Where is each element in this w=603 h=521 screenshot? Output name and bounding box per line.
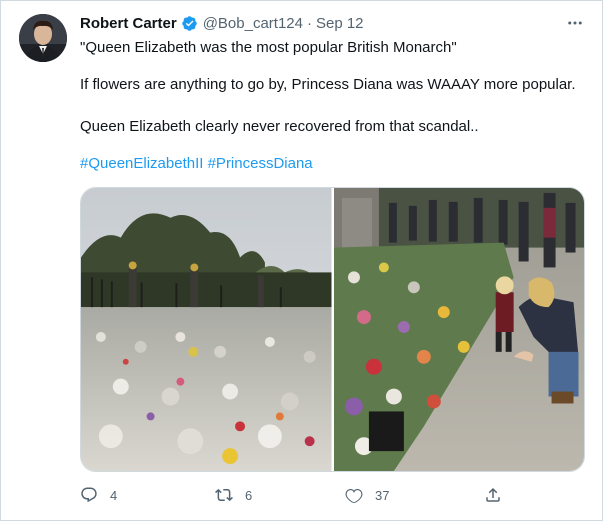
reply-button[interactable]: 4 [80, 483, 117, 507]
flowers-at-palace-gates-photo[interactable] [81, 188, 332, 471]
retweet-icon [215, 488, 233, 502]
retweet-button[interactable]: 6 [215, 483, 252, 507]
hashtag-link[interactable]: #PrincessDiana [208, 155, 313, 172]
author-handle[interactable]: @Bob_cart124 [203, 15, 303, 32]
tweet-date[interactable]: Sep 12 [316, 15, 364, 32]
verified-badge-icon [181, 15, 198, 32]
reply-icon [81, 487, 97, 503]
like-count: 37 [375, 487, 390, 503]
tweet-text-line: "Queen Elizabeth was the most popular Br… [80, 39, 457, 56]
heart-icon [345, 488, 363, 504]
author-name[interactable]: Robert Carter [80, 15, 177, 32]
tweet-text-line: If flowers are anything to go by, Prince… [80, 76, 576, 93]
like-button[interactable]: 37 [345, 483, 389, 507]
tweet-text-line: Queen Elizabeth clearly never recovered … [80, 118, 479, 135]
reply-count: 4 [110, 487, 118, 503]
separator-dot: · [306, 14, 312, 32]
child-and-woman-laying-flowers-photo[interactable] [333, 188, 584, 471]
more-options-icon[interactable] [563, 11, 587, 35]
media-grid [80, 187, 585, 472]
tweet-header: Robert Carter @Bob_cart124 · Sep 12 [80, 13, 364, 33]
avatar[interactable] [19, 14, 67, 62]
share-button[interactable] [484, 483, 502, 507]
share-icon [486, 487, 500, 502]
hashtags: #QueenElizabethII #PrincessDiana [80, 154, 313, 174]
tweet-actions: 4 6 37 [80, 483, 510, 507]
tweet-card[interactable]: Robert Carter @Bob_cart124 · Sep 12 "Que… [0, 0, 603, 521]
retweet-count: 6 [245, 487, 253, 503]
hashtag-link[interactable]: #QueenElizabethII [80, 155, 203, 172]
